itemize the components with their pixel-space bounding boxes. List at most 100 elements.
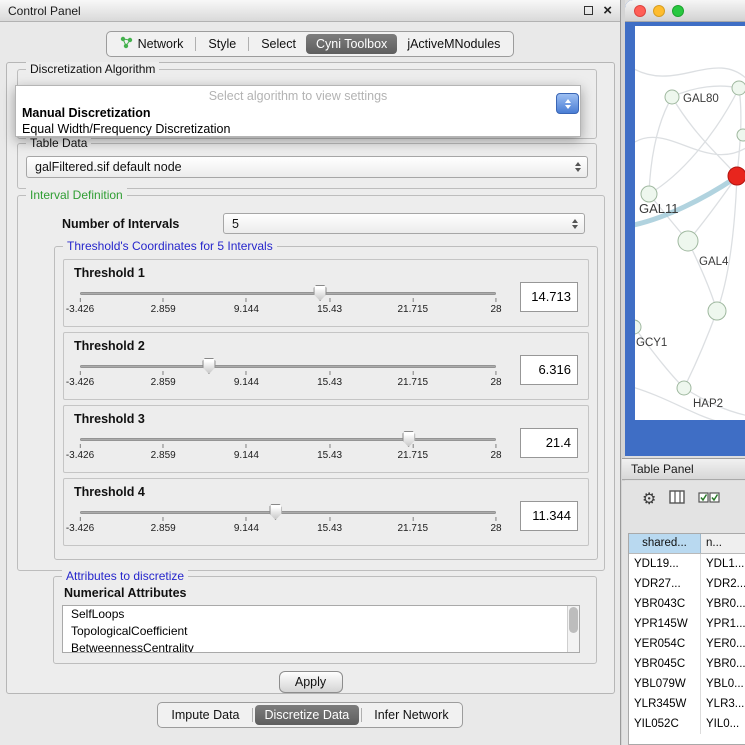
table-data-combobox[interactable]: galFiltered.sif default node bbox=[26, 156, 588, 178]
node[interactable] bbox=[732, 81, 745, 95]
node-gal11[interactable] bbox=[641, 186, 657, 202]
cell[interactable]: YER054C bbox=[629, 634, 701, 654]
node-hap2[interactable] bbox=[677, 381, 691, 395]
threshold-1-panel: Threshold 1 -3.426 2.859 9.144 15.43 21.… bbox=[63, 259, 589, 327]
tab-select[interactable]: Select bbox=[251, 34, 306, 54]
table-row[interactable]: YBR045C YBR0... bbox=[629, 654, 745, 674]
zoom-traffic-light[interactable] bbox=[672, 5, 684, 17]
tab-impute-data[interactable]: Impute Data bbox=[161, 705, 249, 725]
network-graph: GAL80 GAL11 GAL4 GCY1 HAP2 bbox=[635, 26, 745, 420]
close-icon[interactable]: × bbox=[603, 3, 612, 18]
cell[interactable]: YBL0... bbox=[701, 674, 745, 694]
list-item-selfloops[interactable]: SelfLoops bbox=[63, 606, 579, 623]
close-traffic-light[interactable] bbox=[634, 5, 646, 17]
cell[interactable]: YDL19... bbox=[629, 554, 701, 574]
table-row[interactable]: YIL052C YIL0... bbox=[629, 714, 745, 734]
slider-track[interactable] bbox=[80, 292, 496, 295]
tick: 15.43 bbox=[317, 371, 342, 388]
combo-arrows-icon bbox=[572, 219, 584, 229]
tab-jactivemnodules[interactable]: jActiveMNodules bbox=[397, 34, 510, 54]
tick: 21.715 bbox=[398, 298, 429, 315]
tab-style[interactable]: Style bbox=[198, 34, 246, 54]
tick: -3.426 bbox=[66, 517, 94, 534]
node-gal80[interactable] bbox=[665, 90, 679, 104]
threshold-3-value-field[interactable]: 21.4 bbox=[520, 428, 578, 458]
tick: 9.144 bbox=[234, 444, 259, 461]
algorithm-item-equal-width-frequency[interactable]: Equal Width/Frequency Discretization bbox=[16, 121, 580, 137]
table-data-label: Table Data bbox=[26, 136, 91, 150]
tab-network[interactable]: Network bbox=[110, 33, 194, 55]
node-gcy1[interactable] bbox=[635, 320, 641, 334]
table-row[interactable]: YBL079W YBL0... bbox=[629, 674, 745, 694]
selected-red-node[interactable] bbox=[728, 167, 745, 185]
cell[interactable]: YIL052C bbox=[629, 714, 701, 734]
apply-button[interactable]: Apply bbox=[279, 671, 343, 693]
node-gal4[interactable] bbox=[678, 231, 698, 251]
columns-icon[interactable] bbox=[669, 490, 685, 509]
cell[interactable]: YDR27... bbox=[629, 574, 701, 594]
cell[interactable]: YDL1... bbox=[701, 554, 745, 574]
table-data-group: Table Data galFiltered.sif default node bbox=[17, 143, 597, 189]
table-header-row: shared... n... bbox=[629, 534, 745, 554]
threshold-4-slider[interactable]: -3.426 2.859 9.144 15.43 21.715 28 bbox=[80, 503, 496, 543]
slider-track[interactable] bbox=[80, 365, 496, 368]
select-columns-checkboxes-icon[interactable] bbox=[698, 491, 720, 509]
tab-infer-network[interactable]: Infer Network bbox=[364, 705, 458, 725]
network-canvas[interactable]: GAL80 GAL11 GAL4 GCY1 HAP2 bbox=[635, 26, 745, 420]
node-attribute-table: shared... n... YDL19... YDL1... YDR27...… bbox=[628, 533, 745, 745]
tick: 15.43 bbox=[317, 444, 342, 461]
algorithm-hint-item[interactable]: Select algorithm to view settings bbox=[16, 86, 580, 105]
threshold-4-value-field[interactable]: 11.344 bbox=[520, 501, 578, 531]
table-row[interactable]: YER054C YER0... bbox=[629, 634, 745, 654]
slider-thumb[interactable] bbox=[202, 358, 215, 374]
threshold-3-slider[interactable]: -3.426 2.859 9.144 15.43 21.715 28 bbox=[80, 430, 496, 470]
table-row[interactable]: YDR27... YDR2... bbox=[629, 574, 745, 594]
table-row[interactable]: YPR145W YPR1... bbox=[629, 614, 745, 634]
cell[interactable]: YDR2... bbox=[701, 574, 745, 594]
column-header-name[interactable]: n... bbox=[701, 534, 745, 553]
minimize-traffic-light[interactable] bbox=[653, 5, 665, 17]
list-item-betweennesscentrality[interactable]: BetweennessCentrality bbox=[63, 640, 579, 653]
node[interactable] bbox=[708, 302, 726, 320]
tab-discretize-data[interactable]: Discretize Data bbox=[255, 705, 360, 725]
cell[interactable]: YBL079W bbox=[629, 674, 701, 694]
threshold-2-value-field[interactable]: 6.316 bbox=[520, 355, 578, 385]
table-row[interactable]: YBR043C YBR0... bbox=[629, 594, 745, 614]
cell[interactable]: YPR1... bbox=[701, 614, 745, 634]
network-window-titlebar bbox=[625, 0, 745, 22]
cell[interactable]: YBR043C bbox=[629, 594, 701, 614]
interval-definition-label: Interval Definition bbox=[26, 188, 127, 202]
cell[interactable]: YPR145W bbox=[629, 614, 701, 634]
slider-thumb[interactable] bbox=[269, 504, 282, 520]
list-item-topologicalcoefficient[interactable]: TopologicalCoefficient bbox=[63, 623, 579, 640]
tab-cyni-toolbox[interactable]: Cyni Toolbox bbox=[306, 34, 397, 54]
tick: -3.426 bbox=[66, 371, 94, 388]
table-row[interactable]: YDL19... YDL1... bbox=[629, 554, 745, 574]
cell[interactable]: YLR345W bbox=[629, 694, 701, 714]
table-panel-title: Table Panel bbox=[631, 462, 694, 476]
thresholds-group: Threshold's Coordinates for 5 Intervals … bbox=[54, 246, 598, 560]
cell[interactable]: YBR0... bbox=[701, 654, 745, 674]
algorithm-combo-button[interactable] bbox=[556, 93, 579, 114]
gear-icon[interactable]: ⚙ bbox=[642, 492, 656, 508]
cell[interactable]: YLR3... bbox=[701, 694, 745, 714]
column-header-shared[interactable]: shared... bbox=[629, 534, 701, 553]
tick: 21.715 bbox=[398, 517, 429, 534]
threshold-1-slider[interactable]: -3.426 2.859 9.144 15.43 21.715 28 bbox=[80, 284, 496, 324]
tab-separator bbox=[195, 37, 196, 51]
float-window-icon[interactable] bbox=[584, 6, 593, 15]
algorithm-item-manual-discretization[interactable]: Manual Discretization bbox=[16, 105, 580, 121]
cell[interactable]: YER0... bbox=[701, 634, 745, 654]
cell[interactable]: YIL0... bbox=[701, 714, 745, 734]
node[interactable] bbox=[737, 129, 745, 141]
list-scrollbar[interactable] bbox=[567, 606, 579, 652]
cell[interactable]: YBR0... bbox=[701, 594, 745, 614]
cell[interactable]: YBR045C bbox=[629, 654, 701, 674]
threshold-1-value-field[interactable]: 14.713 bbox=[520, 282, 578, 312]
slider-track[interactable] bbox=[80, 438, 496, 441]
slider-track[interactable] bbox=[80, 511, 496, 514]
threshold-2-slider[interactable]: -3.426 2.859 9.144 15.43 21.715 28 bbox=[80, 357, 496, 397]
table-row[interactable]: YLR345W YLR3... bbox=[629, 694, 745, 714]
number-of-intervals-combobox[interactable]: 5 bbox=[223, 213, 585, 234]
scrollbar-thumb[interactable] bbox=[569, 607, 578, 633]
